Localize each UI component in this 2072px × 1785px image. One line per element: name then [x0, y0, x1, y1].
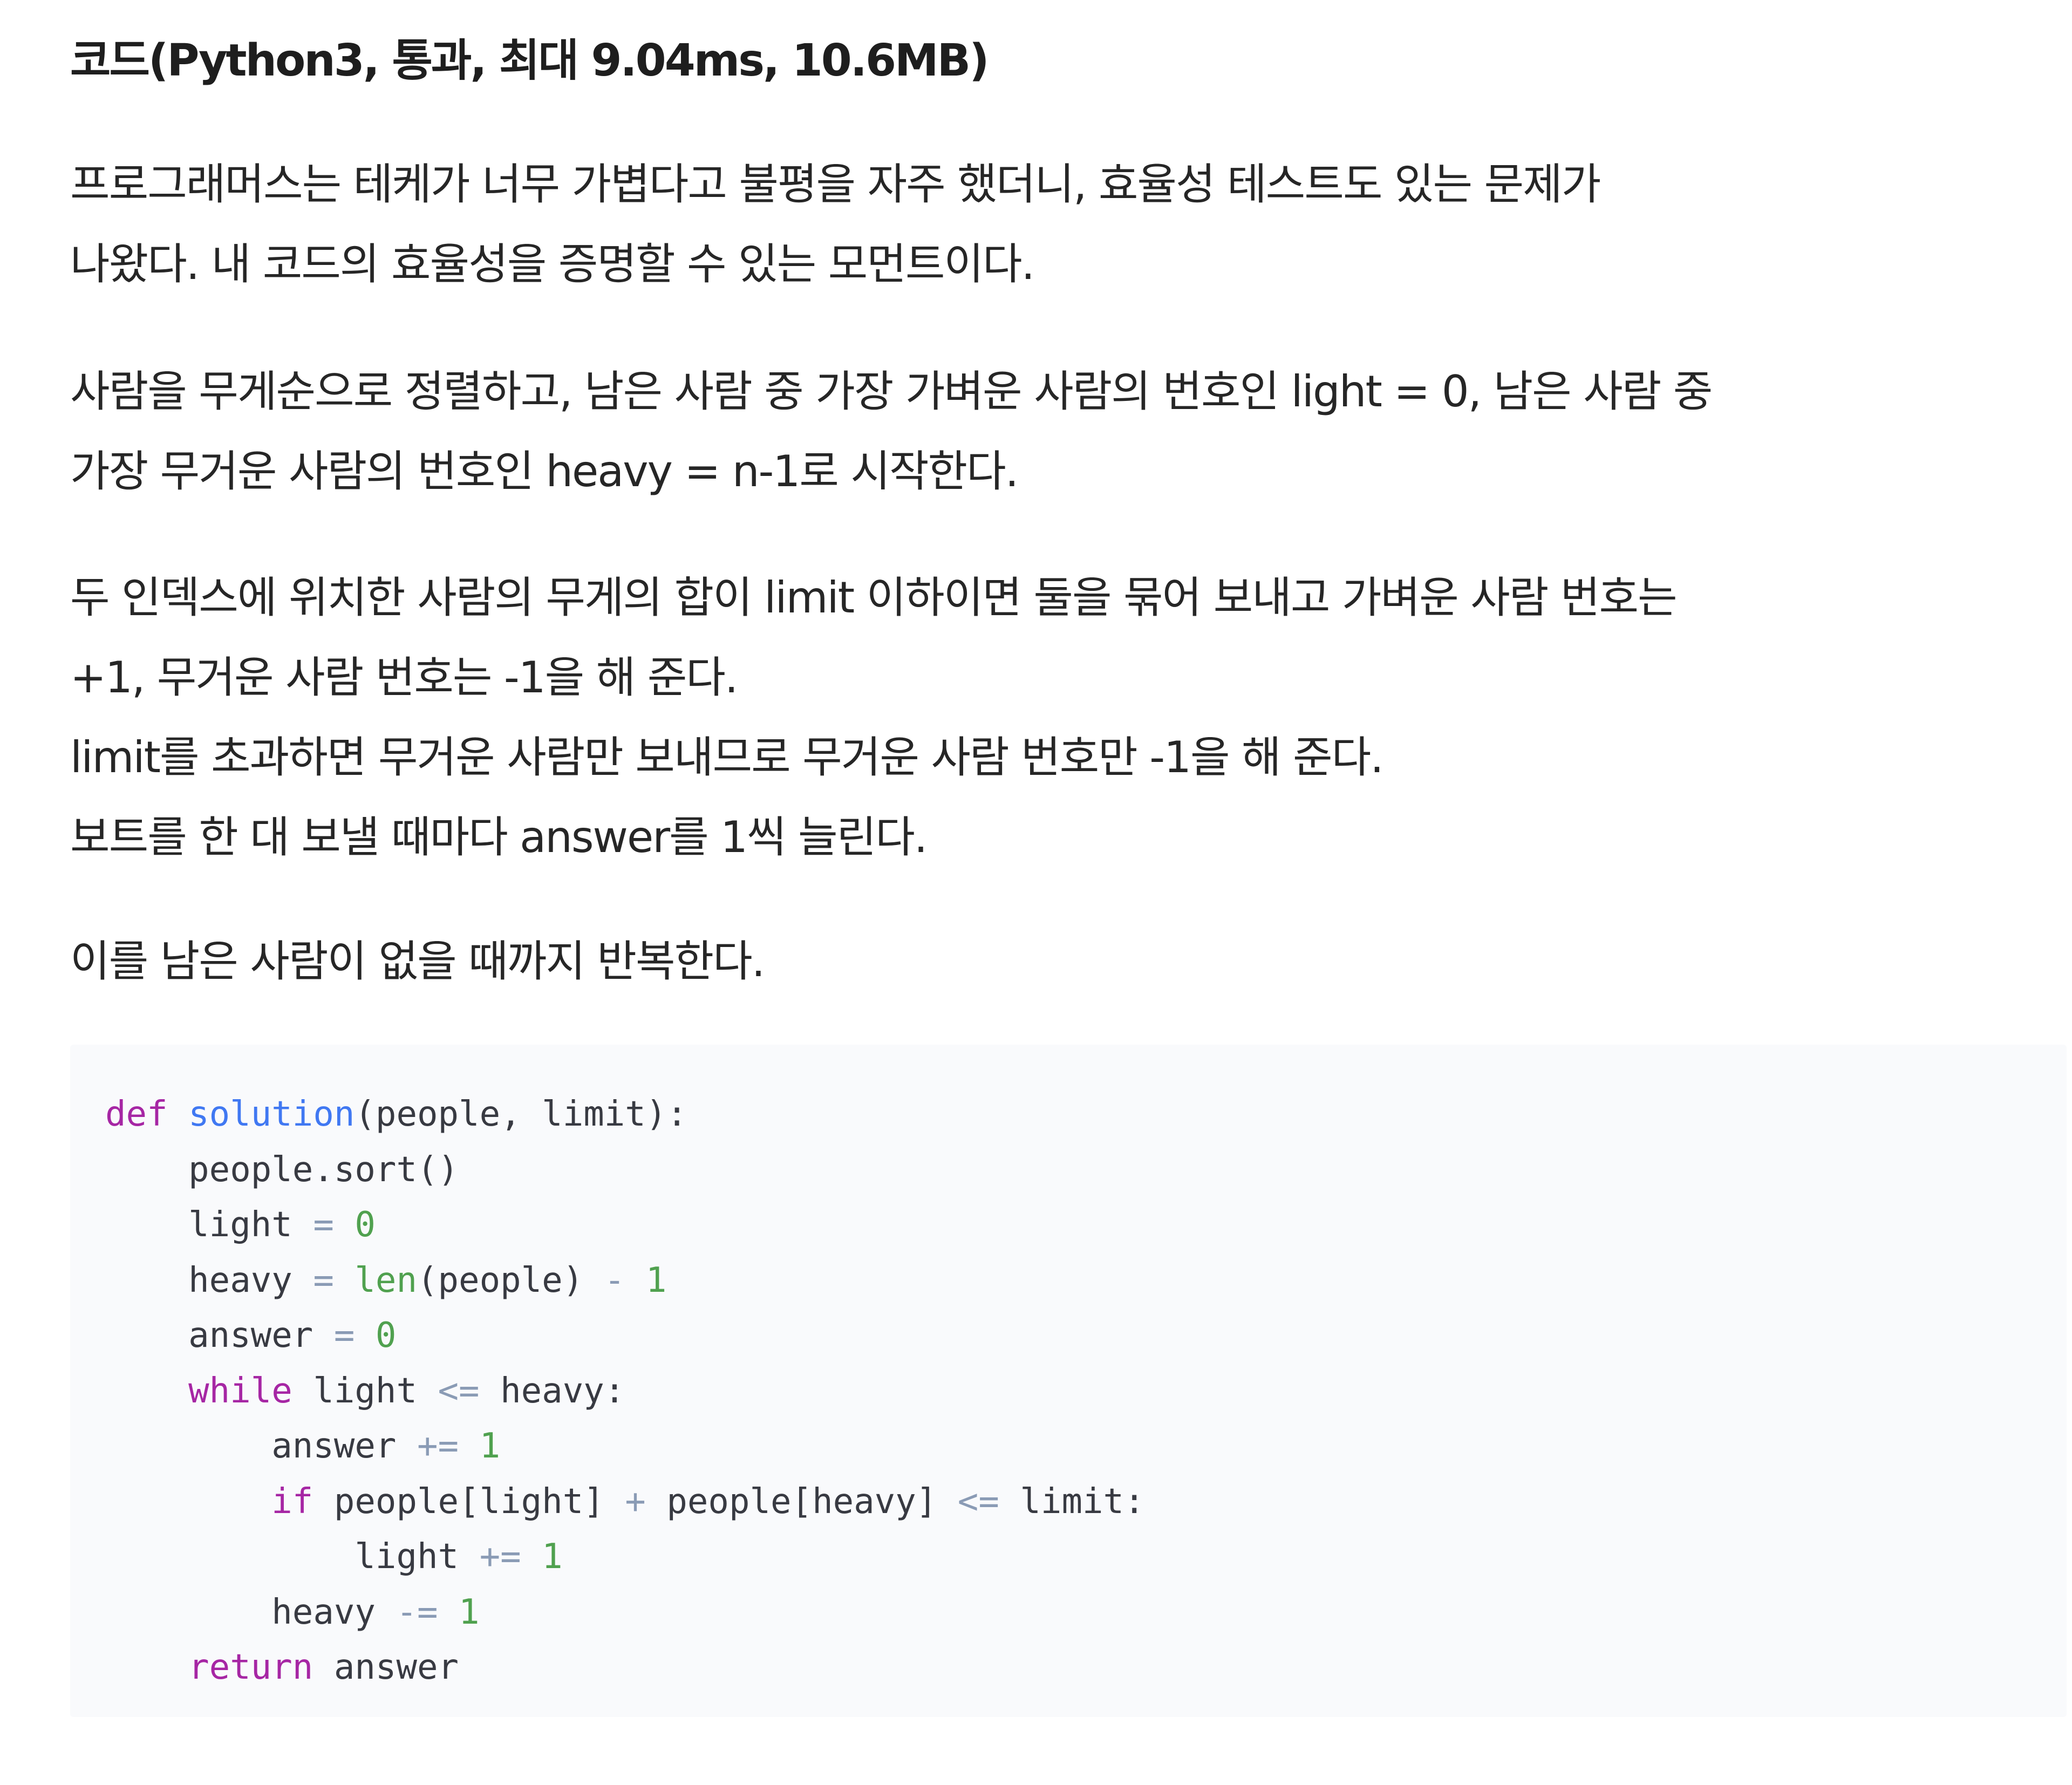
code-line: answer = 0	[105, 1308, 2067, 1364]
operator-token: +=	[417, 1426, 459, 1466]
paragraph-line: 가장 무거운 사람의 번호인 heavy = n-1로 시작한다.	[70, 446, 1019, 496]
code-text-token: answer	[313, 1647, 459, 1687]
keyword-token: if	[271, 1481, 313, 1522]
paragraph-line: limit를 초과하면 무거운 사람만 보내므로 무거운 사람 번호만 -1을 …	[70, 732, 1384, 782]
operator-token: +	[625, 1481, 646, 1522]
code-text-token: limit:	[999, 1481, 1145, 1522]
keyword-token: def	[105, 1094, 168, 1134]
code-line: heavy -= 1	[105, 1585, 2067, 1640]
code-text-token: answer	[105, 1316, 334, 1355]
code-line: people.sort()	[105, 1142, 2067, 1198]
function-name-token: solution	[188, 1094, 355, 1134]
code-body: def solution(people, limit): people.sort…	[105, 1087, 2067, 1695]
paragraph-line: 사람을 무게순으로 정렬하고, 남은 사람 중 가장 가벼운 사람의 번호인 l…	[70, 366, 1713, 417]
paragraph-line: 두 인덱스에 위치한 사람의 무게의 합이 limit 이하이면 둘을 묶어 보…	[70, 573, 1678, 623]
operator-token: +=	[479, 1537, 521, 1577]
paragraph-line: 이를 남은 사람이 없을 때까지 반복한다.	[70, 936, 765, 986]
code-text-token: people[light]	[313, 1481, 625, 1522]
operator-token: =	[313, 1260, 334, 1300]
number-token: 1	[542, 1537, 563, 1577]
operator-token: =	[333, 1316, 355, 1355]
number-token: 1	[479, 1426, 501, 1466]
code-text-token: (people, limit):	[355, 1094, 687, 1134]
code-text-token: people.sort()	[105, 1149, 459, 1190]
operator-token: -	[604, 1260, 625, 1300]
code-text-token: light	[292, 1371, 438, 1411]
code-text-token: people[heavy]	[645, 1481, 958, 1522]
operator-token: <=	[438, 1371, 480, 1411]
paragraph-intro: 프로그래머스는 테케가 너무 가볍다고 불평을 자주 했더니, 효율성 테스트도…	[70, 145, 1601, 304]
paragraph-logic: 두 인덱스에 위치한 사람의 무게의 합이 limit 이하이면 둘을 묶어 보…	[70, 558, 1678, 877]
paragraph-line: +1, 무거운 사람 번호는 -1을 해 준다.	[70, 652, 738, 703]
builtin-token: len	[355, 1260, 417, 1300]
code-line: heavy = len(people) - 1	[105, 1253, 2067, 1309]
number-token: 1	[645, 1260, 667, 1300]
code-line: light += 1	[105, 1529, 2067, 1585]
code-line: return answer	[105, 1640, 2067, 1695]
code-text-token: light	[105, 1205, 313, 1245]
code-text-token: heavy	[105, 1592, 397, 1632]
paragraph-conclusion: 이를 남은 사람이 없을 때까지 반복한다.	[70, 922, 765, 1001]
code-line: if people[light] + people[heavy] <= limi…	[105, 1474, 2067, 1530]
code-text-token: heavy	[105, 1260, 313, 1300]
paragraph-line: 보트를 한 대 보낼 때마다 answer를 1씩 늘린다.	[70, 812, 928, 862]
code-text-token: (people)	[417, 1260, 604, 1300]
code-line: answer += 1	[105, 1419, 2067, 1474]
code-block[interactable]: def solution(people, limit): people.sort…	[70, 1045, 2067, 1717]
code-text-token: heavy:	[479, 1371, 625, 1411]
paragraph-line: 프로그래머스는 테케가 너무 가볍다고 불평을 자주 했더니, 효율성 테스트도…	[70, 159, 1601, 209]
paragraph-line: 나왔다. 내 코드의 효율성을 증명할 수 있는 모먼트이다.	[70, 239, 1035, 289]
operator-token: <=	[957, 1481, 999, 1522]
number-token: 1	[459, 1592, 480, 1632]
code-text-token: answer	[105, 1426, 417, 1466]
code-line: while light <= heavy:	[105, 1364, 2067, 1419]
paragraph-approach: 사람을 무게순으로 정렬하고, 남은 사람 중 가장 가벼운 사람의 번호인 l…	[70, 352, 1713, 512]
number-token: 0	[375, 1316, 397, 1355]
code-line: def solution(people, limit):	[105, 1087, 2067, 1142]
keyword-token: while	[188, 1371, 292, 1411]
code-line: light = 0	[105, 1197, 2067, 1253]
section-heading: 코드(Python3, 통과, 최대 9.04ms, 10.6MB)	[70, 35, 990, 86]
number-token: 0	[355, 1205, 376, 1245]
code-text-token: light	[105, 1537, 480, 1577]
operator-token: -=	[396, 1592, 438, 1632]
operator-token: =	[313, 1205, 334, 1245]
keyword-token: return	[188, 1647, 313, 1687]
